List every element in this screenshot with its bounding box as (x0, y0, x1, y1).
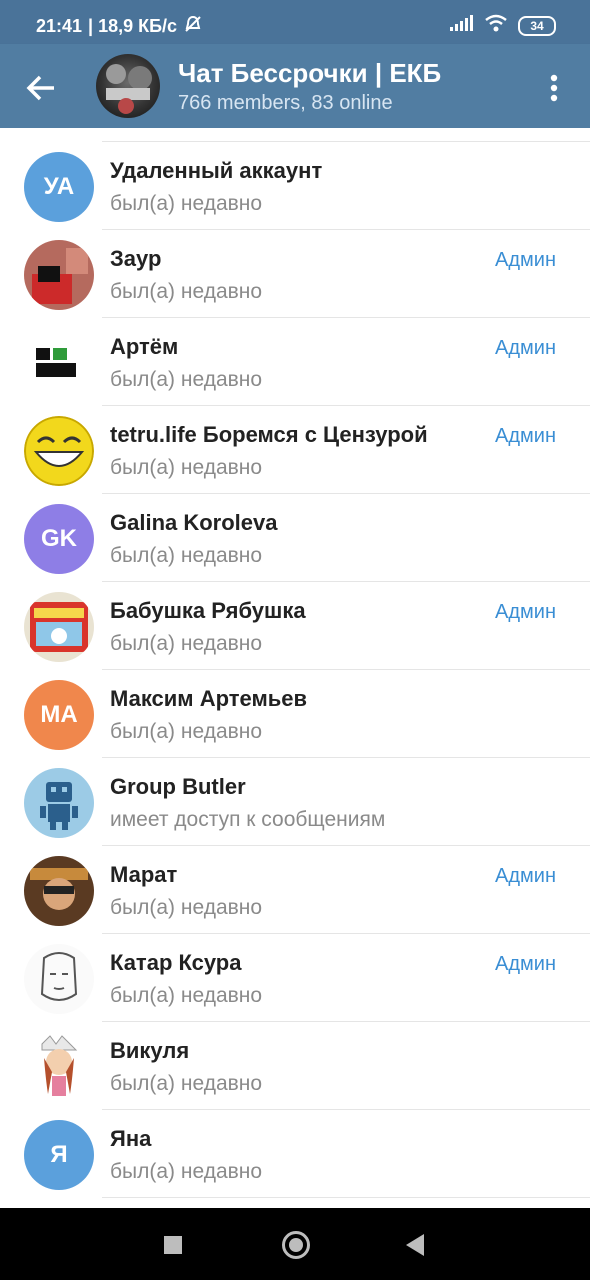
chat-title[interactable]: Чат Бессрочки | ЕКБ (178, 58, 441, 89)
top-app-bar: 21:41 | 18,9 КБ/с 34 Чат Бессрочки | ЕКБ… (0, 0, 590, 128)
member-row[interactable]: Group Butler имеет доступ к сообщениям (0, 758, 590, 846)
members-list: УА Удаленный аккаунт был(а) недавно Заур… (0, 128, 590, 1208)
list-item-partial (0, 128, 590, 142)
smiley-icon (24, 416, 94, 486)
member-row[interactable]: УА Удаленный аккаунт был(а) недавно (0, 142, 590, 230)
member-row[interactable]: Марат был(а) недавно Админ (0, 846, 590, 934)
avatar (24, 944, 94, 1014)
member-row[interactable]: Заур был(а) недавно Админ (0, 230, 590, 318)
member-status: был(а) недавно (110, 368, 263, 391)
avatar (24, 856, 94, 926)
member-name: Максим Артемьев (110, 686, 308, 711)
member-status: был(а) недавно (110, 1072, 263, 1095)
recent-apps-icon[interactable] (164, 1236, 182, 1254)
member-status: был(а) недавно (110, 544, 263, 567)
member-status: был(а) недавно (110, 192, 263, 215)
avatar (24, 592, 94, 662)
member-row[interactable]: Викуля был(а) недавно (0, 1022, 590, 1110)
list-item-partial (0, 1198, 590, 1208)
back-triangle-icon[interactable] (406, 1234, 424, 1256)
avatar (24, 328, 94, 398)
avatar: УА (24, 152, 94, 222)
member-row[interactable]: Я Яна был(а) недавно (0, 1110, 590, 1198)
chat-avatar[interactable] (96, 54, 160, 118)
avatar (24, 768, 94, 838)
member-name: Бабушка Рябушка (110, 598, 306, 623)
robot-icon (40, 782, 78, 830)
admin-badge: Админ (495, 249, 556, 271)
avatar (24, 240, 94, 310)
member-status: был(а) недавно (110, 632, 263, 655)
member-row[interactable]: Катар Ксура был(а) недавно Админ (0, 934, 590, 1022)
member-row[interactable]: Бабушка Рябушка был(а) недавно Админ (0, 582, 590, 670)
member-row[interactable]: Артём был(а) недавно Админ (0, 318, 590, 406)
avatar: MA (24, 680, 94, 750)
avatar (24, 1032, 94, 1102)
member-status: был(а) недавно (110, 456, 263, 479)
member-status: был(а) недавно (110, 984, 263, 1007)
member-name: Викуля (110, 1038, 190, 1063)
member-name: Яна (110, 1126, 152, 1151)
battery-icon: 34 (518, 15, 556, 36)
member-name: Galina Koroleva (110, 510, 278, 535)
avatar (24, 416, 94, 486)
wifi-icon (484, 14, 508, 37)
member-status: был(а) недавно (110, 720, 263, 743)
more-vertical-icon (550, 74, 558, 102)
member-status: был(а) недавно (110, 1160, 263, 1183)
member-name: Удаленный аккаунт (110, 158, 323, 183)
member-status: был(а) недавно (110, 896, 263, 919)
bell-off-icon (183, 14, 203, 39)
member-name: Group Butler (110, 774, 246, 799)
chat-subtitle: 766 members, 83 online (178, 92, 393, 114)
member-row[interactable]: GK Galina Koroleva был(а) недавно (0, 494, 590, 582)
arrow-left-icon (26, 75, 54, 101)
admin-badge: Админ (495, 953, 556, 975)
member-name: Марат (110, 862, 178, 887)
admin-badge: Админ (495, 337, 556, 359)
member-status: имеет доступ к сообщениям (110, 808, 386, 831)
chat-header: Чат Бессрочки | ЕКБ 766 members, 83 onli… (0, 44, 590, 128)
admin-badge: Админ (495, 601, 556, 623)
status-bar: 21:41 | 18,9 КБ/с 34 (0, 0, 590, 44)
avatar: Я (24, 1120, 94, 1190)
member-name: Артём (110, 334, 179, 359)
status-time: 21:41 (36, 16, 83, 36)
system-navigation-bar (0, 1208, 590, 1280)
member-name: tetru.life Боремся с Цензурой (110, 422, 428, 447)
member-name: Катар Ксура (110, 950, 242, 975)
admin-badge: Админ (495, 425, 556, 447)
signal-icon (450, 15, 474, 36)
more-menu-button[interactable] (542, 70, 566, 106)
admin-badge: Админ (495, 865, 556, 887)
home-icon[interactable] (282, 1231, 310, 1259)
member-name: Заур (110, 246, 162, 271)
member-row[interactable]: MA Максим Артемьев был(а) недавно (0, 670, 590, 758)
avatar: GK (24, 504, 94, 574)
member-status: был(а) недавно (110, 280, 263, 303)
member-row[interactable]: tetru.life Боремся с Цензурой был(а) нед… (0, 406, 590, 494)
back-button[interactable] (22, 68, 62, 108)
status-network-speed: | 18,9 КБ/с (88, 16, 178, 36)
